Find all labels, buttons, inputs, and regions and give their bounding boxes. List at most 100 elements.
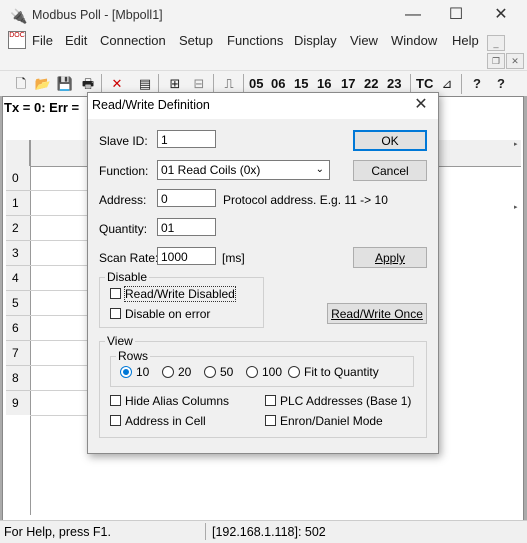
grid-row-header[interactable]: 4	[6, 266, 31, 291]
rows-10-label[interactable]: 10	[136, 365, 149, 379]
grid-row-header[interactable]: 2	[6, 216, 31, 241]
grid-row-header[interactable]: 3	[6, 241, 31, 266]
modbus-poll-icon: 🔌	[10, 8, 28, 24]
close-button[interactable]: ✕	[481, 4, 521, 28]
scan-rate-input[interactable]: 1000	[157, 247, 216, 265]
disconnect-icon[interactable]: ⊟	[190, 75, 208, 93]
address-in-cell-label[interactable]: Address in Cell	[125, 414, 206, 428]
function-23-button[interactable]: 23	[387, 76, 401, 91]
open-folder-icon[interactable]: 📂	[34, 75, 52, 93]
plc-addresses-label[interactable]: PLC Addresses (Base 1)	[280, 394, 411, 408]
rows-fit-to-quantity-label[interactable]: Fit to Quantity	[304, 365, 379, 379]
mdi-minimize-button[interactable]: _	[487, 35, 505, 51]
tc-button[interactable]: TC	[416, 76, 433, 91]
disable-on-error-checkbox[interactable]	[110, 308, 121, 319]
read-write-disabled-checkbox[interactable]	[110, 288, 121, 299]
monitor-icon[interactable]: ⊿	[438, 75, 456, 93]
rows-50-radio[interactable]	[204, 366, 216, 378]
address-hint: Protocol address. E.g. 11 -> 10	[223, 193, 388, 207]
scroll-arrow-icon[interactable]: ▸	[514, 203, 522, 211]
menu-setup[interactable]: Setup	[179, 33, 213, 48]
function-05-button[interactable]: 05	[249, 76, 263, 91]
grid-line	[30, 190, 88, 191]
grid-line	[30, 390, 88, 391]
dialog-title: Read/Write Definition	[92, 98, 210, 112]
grid-row-header[interactable]: 6	[6, 316, 31, 341]
mdi-restore-button[interactable]: ❐	[487, 53, 505, 69]
address-in-cell-checkbox[interactable]	[110, 415, 121, 426]
pulse-icon[interactable]: ⎍	[220, 75, 238, 93]
mdi-close-button[interactable]: ✕	[506, 53, 524, 69]
function-select[interactable]: 01 Read Coils (0x) ⌄	[157, 160, 330, 180]
function-16-button[interactable]: 16	[317, 76, 331, 91]
grid-corner	[6, 140, 31, 167]
grid-row-empty	[6, 415, 31, 515]
minimize-button[interactable]: —	[393, 4, 433, 28]
window-icon[interactable]: ▤	[136, 75, 154, 93]
menu-connection[interactable]: Connection	[100, 33, 166, 48]
address-input[interactable]: 0	[157, 189, 216, 207]
hide-alias-columns-checkbox[interactable]	[110, 395, 121, 406]
function-06-button[interactable]: 06	[271, 76, 285, 91]
rows-100-radio[interactable]	[246, 366, 258, 378]
grid-row-header[interactable]: 0	[6, 166, 31, 191]
help-icon[interactable]: ?	[468, 75, 486, 93]
grid-line	[30, 340, 88, 341]
quantity-input[interactable]: 01	[157, 218, 216, 236]
grid-row-header[interactable]: 1	[6, 191, 31, 216]
toolbar-separator	[410, 74, 411, 94]
grid-row-header[interactable]: 7	[6, 341, 31, 366]
function-17-button[interactable]: 17	[341, 76, 355, 91]
disable-on-error-label[interactable]: Disable on error	[125, 307, 210, 321]
dialog-close-button[interactable]: ✕	[410, 95, 432, 115]
grid-line	[30, 365, 88, 366]
cancel-button[interactable]: Cancel	[353, 160, 427, 181]
grid-row-header[interactable]: 5	[6, 291, 31, 316]
rows-100-label[interactable]: 100	[262, 365, 282, 379]
slave-id-input[interactable]: 1	[157, 130, 216, 148]
ok-button[interactable]: OK	[353, 130, 427, 151]
grid-row-header[interactable]: 9	[6, 391, 31, 416]
delete-icon[interactable]: ✕	[108, 75, 126, 93]
status-connection: [192.168.1.118]: 502	[212, 525, 326, 539]
rows-fit-to-quantity-radio[interactable]	[288, 366, 300, 378]
whats-this-help-icon[interactable]: ?	[492, 75, 510, 93]
print-icon[interactable]: 🖶	[79, 75, 97, 93]
save-icon[interactable]: 💾	[56, 75, 74, 93]
rows-20-radio[interactable]	[162, 366, 174, 378]
rows-10-radio[interactable]	[120, 366, 132, 378]
dialog-title-bar: Read/Write Definition ✕	[88, 93, 438, 119]
apply-button[interactable]: Apply	[353, 247, 427, 268]
disable-group-title: Disable	[105, 270, 150, 284]
enron-daniel-mode-checkbox[interactable]	[265, 415, 276, 426]
menu-display[interactable]: Display	[294, 33, 337, 48]
scroll-arrow-icon[interactable]: ▸	[514, 140, 522, 148]
window-title: Modbus Poll - [Mbpoll1]	[32, 8, 163, 22]
menu-file[interactable]: File	[32, 33, 53, 48]
function-select-value: 01 Read Coils (0x)	[161, 163, 261, 177]
menu-help[interactable]: Help	[452, 33, 479, 48]
document-icon[interactable]: DOC	[8, 31, 26, 49]
read-write-disabled-label[interactable]: Read/Write Disabled	[124, 286, 236, 302]
slave-id-label: Slave ID:	[99, 134, 148, 148]
rows-50-label[interactable]: 50	[220, 365, 233, 379]
rows-20-label[interactable]: 20	[178, 365, 191, 379]
chevron-down-icon: ⌄	[315, 164, 324, 175]
function-15-button[interactable]: 15	[294, 76, 308, 91]
title-bar: 🔌 Modbus Poll - [Mbpoll1] — ☐ ✕	[0, 0, 527, 31]
menu-edit[interactable]: Edit	[65, 33, 87, 48]
maximize-button[interactable]: ☐	[436, 4, 476, 28]
connect-icon[interactable]: ⊞	[166, 75, 184, 93]
scan-rate-label: Scan Rate:	[99, 251, 159, 265]
function-22-button[interactable]: 22	[364, 76, 378, 91]
hide-alias-columns-label[interactable]: Hide Alias Columns	[125, 394, 229, 408]
rows-group-title: Rows	[116, 349, 151, 363]
read-write-once-button[interactable]: Read/Write Once	[327, 303, 427, 324]
menu-functions[interactable]: Functions	[227, 33, 283, 48]
menu-view[interactable]: View	[350, 33, 378, 48]
enron-daniel-mode-label[interactable]: Enron/Daniel Mode	[280, 414, 383, 428]
new-document-icon[interactable]: 🗋	[12, 75, 30, 93]
grid-row-header[interactable]: 8	[6, 366, 31, 391]
menu-window[interactable]: Window	[391, 33, 437, 48]
plc-addresses-checkbox[interactable]	[265, 395, 276, 406]
